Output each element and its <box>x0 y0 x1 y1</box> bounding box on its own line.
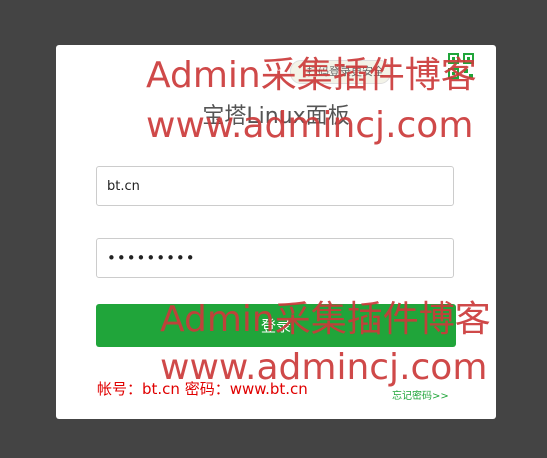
panel-title: 宝塔Linux面板 <box>202 104 350 129</box>
username-input[interactable] <box>96 166 454 206</box>
credentials-hint: 帐号：bt.cn 密码：www.bt.cn <box>97 380 308 398</box>
forgot-password-link[interactable]: 忘记密码>> <box>392 387 449 402</box>
password-input[interactable] <box>96 238 454 278</box>
login-button[interactable]: 登录 <box>96 304 456 347</box>
qr-code-icon[interactable] <box>447 52 475 80</box>
qr-login-tip[interactable]: 扫码登录更安全 <box>290 60 391 84</box>
